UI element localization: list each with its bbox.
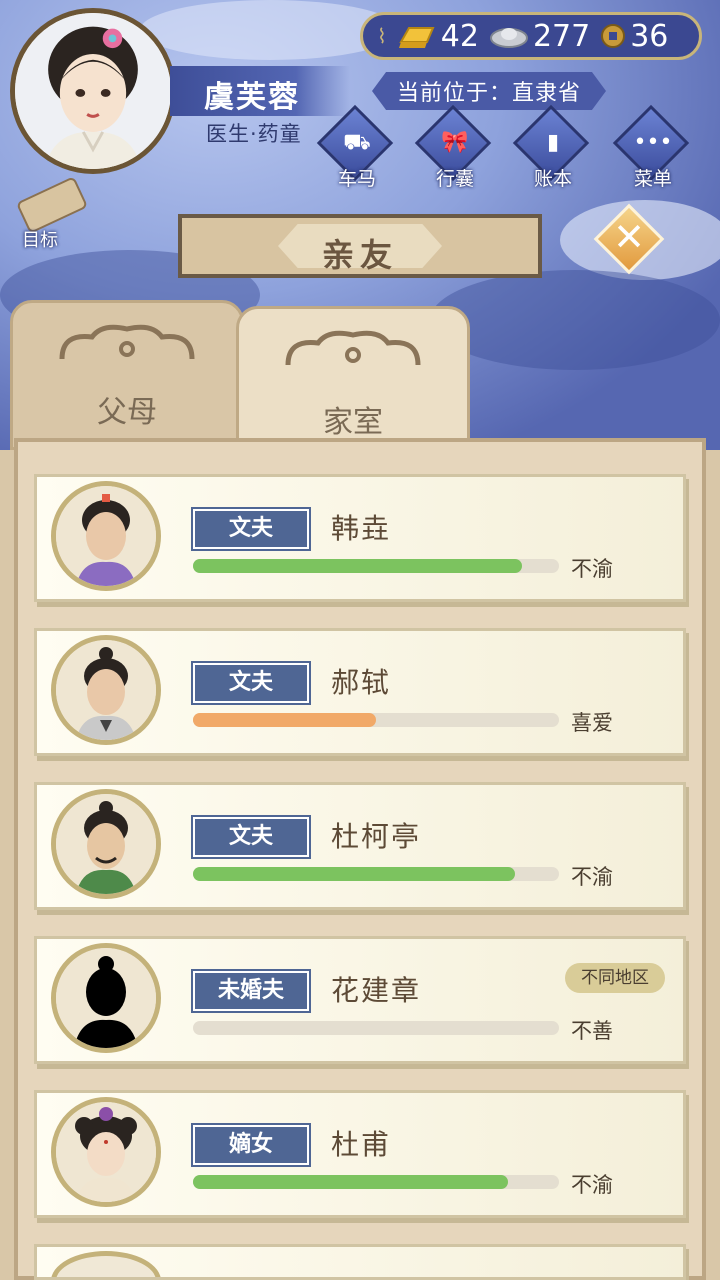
currency-silver[interactable]: 277 [489,19,590,54]
portrait-image [56,794,156,894]
carriage-label: 车马 [337,168,376,190]
cloud-ornament-icon [59,324,195,360]
relative-avatar [51,1251,161,1277]
tab-family[interactable]: 家室 [236,306,470,456]
portrait-image [56,1102,156,1202]
currency-copper[interactable]: 36 [600,19,668,54]
menu-button[interactable]: ••• 菜单 [612,104,694,190]
mood-label: 喜爱 [571,711,613,735]
relative-name: 韩垚 [331,512,392,545]
bag-button[interactable]: 🎀 行囊 [414,104,496,190]
affection-fill [193,867,516,881]
relative-row-partial[interactable] [34,1244,686,1280]
carriage-icon: ⛟ [343,130,371,155]
silver-ingot-icon [489,28,528,48]
carriage-button[interactable]: ⛟ 车马 [316,104,398,190]
tab-parents-label: 父母 [97,395,157,430]
bamboo-icon: ⌇ [377,24,387,48]
relative-name: 杜柯亭 [331,820,422,853]
close-icon[interactable]: ✕ [604,212,654,262]
tab-parents[interactable]: 父母 [10,300,244,450]
relative-avatar [51,789,161,899]
silhouette-icon [56,948,156,1048]
copper-value: 36 [630,18,669,54]
affection-fill [193,1175,508,1189]
affection-fill [193,559,523,573]
relative-avatar [51,1097,161,1207]
player-name: 虞芙蓉 [204,80,300,115]
relative-row[interactable]: 文夫 杜柯亭 不渝 [34,782,686,910]
affection-bar [193,1021,559,1035]
currency-bar: ⌇ 42 277 36 [360,12,702,60]
more-icon: ••• [633,130,673,155]
page-title: 亲友 [321,236,398,274]
title-banner: 亲友 [178,214,542,278]
relation-tag: 嫡女 [191,1123,311,1167]
cloud-ornament-icon [285,330,421,366]
bag-icon: 🎀 [441,130,469,155]
silver-value: 277 [532,18,591,54]
portrait-image [56,486,156,586]
relative-avatar [51,481,161,591]
copper-coin-icon [601,24,626,48]
relation-tag: 未婚夫 [191,969,311,1013]
player-avatar[interactable] [10,8,176,174]
ledger-label: 账本 [533,168,572,190]
relative-row[interactable]: 未婚夫 花建章 不同地区 不善 [34,936,686,1064]
affection-bar [193,1175,559,1189]
relative-name: 杜甫 [331,1128,392,1161]
bag-label: 行囊 [435,168,474,190]
region-badge: 不同地区 [565,963,665,993]
mood-label: 不善 [571,1019,613,1043]
relative-row[interactable]: 文夫 韩垚 不渝 [34,474,686,602]
affection-bar [193,559,559,573]
relative-name: 郝轼 [331,666,392,699]
relation-tag: 文夫 [191,507,311,551]
relative-row[interactable]: 文夫 郝轼 喜爱 [34,628,686,756]
tab-family-label: 家室 [323,405,383,440]
mood-label: 不渝 [571,865,613,889]
relation-tag: 文夫 [191,815,311,859]
gold-value: 42 [440,18,479,54]
portrait-image [56,640,156,740]
gold-ingot-icon [398,27,435,48]
ledger-button[interactable]: ▮ 账本 [512,104,594,190]
menu-label: 菜单 [633,168,672,190]
relative-name: 花建章 [331,974,422,1007]
relation-tag: 文夫 [191,661,311,705]
goal-label: 目标 [22,230,58,251]
player-title: 医生·药童 [206,122,302,146]
affection-fill [193,713,376,727]
mood-label: 不渝 [571,557,613,581]
relative-avatar [51,943,161,1053]
location-label: 当前位于：直隶省 [372,72,606,110]
currency-gold[interactable]: 42 [397,19,479,54]
relative-avatar [51,635,161,745]
player-portrait [15,13,171,169]
relative-row[interactable]: 嫡女 杜甫 不渝 [34,1090,686,1218]
cloud-decoration [430,270,720,370]
ledger-icon: ▮ [546,130,560,155]
goal-button[interactable]: 目标 [8,176,89,252]
mood-label: 不渝 [571,1173,613,1197]
affection-bar [193,867,559,881]
affection-bar [193,713,559,727]
